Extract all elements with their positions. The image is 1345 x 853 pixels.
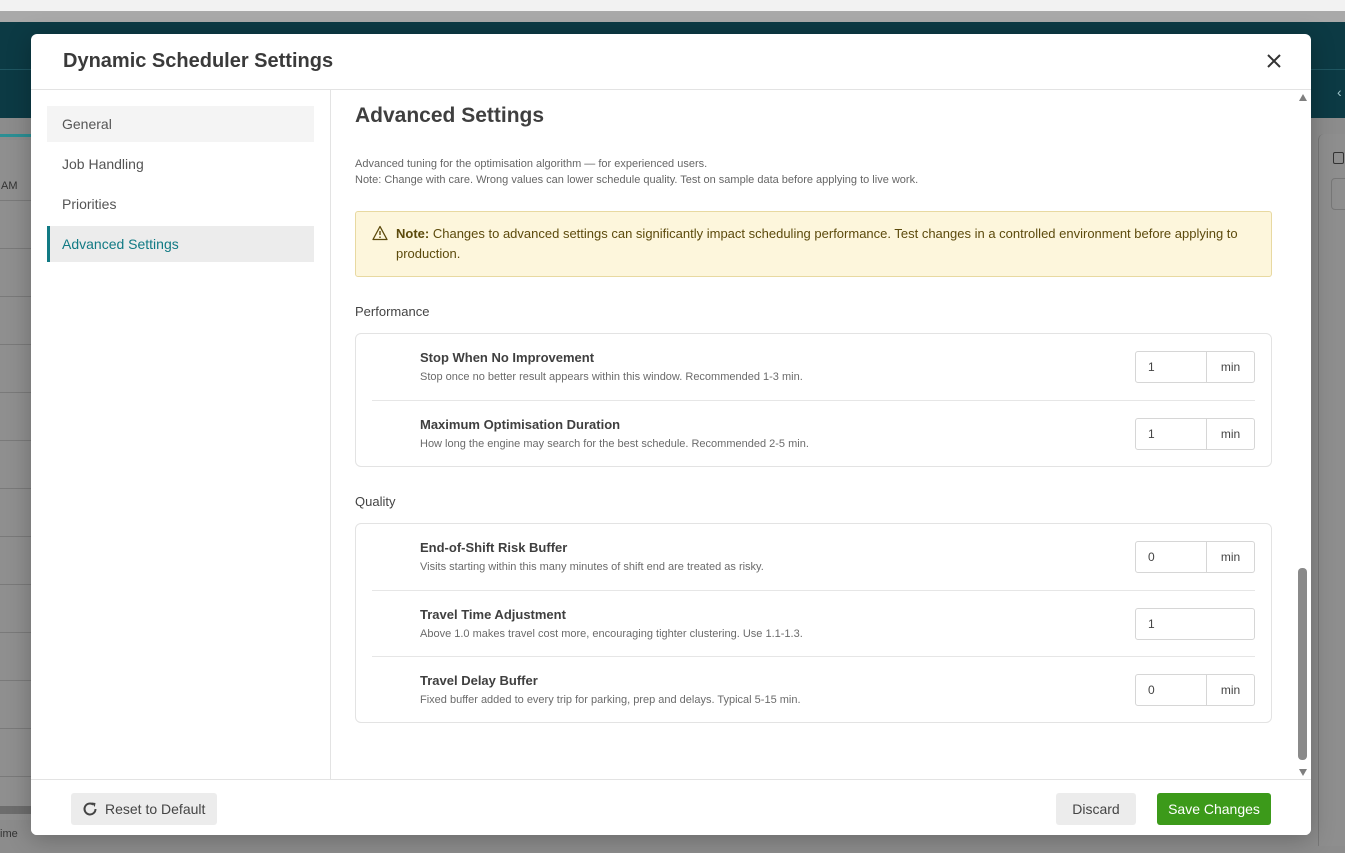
setting-row-travel-delay-buffer: Travel Delay Buffer Fixed buffer added t…	[372, 656, 1255, 723]
close-icon[interactable]	[1261, 48, 1287, 74]
setting-label: Maximum Optimisation Duration	[420, 417, 621, 432]
sidebar-item-general[interactable]: General	[47, 106, 314, 142]
note-body: Changes to advanced settings can signifi…	[396, 226, 1238, 261]
scroll-thumb[interactable]	[1298, 568, 1307, 760]
note-label: Note:	[396, 226, 430, 241]
app-top-bar	[0, 11, 1345, 22]
setting-label: Travel Delay Buffer	[420, 673, 538, 688]
input-group: min	[1135, 351, 1255, 383]
refresh-icon	[83, 802, 97, 816]
sidebar-item-job-handling[interactable]: Job Handling	[47, 146, 314, 182]
background-scroll-strip	[0, 806, 31, 814]
quality-card: End-of-Shift Risk Buffer Visits starting…	[355, 523, 1272, 723]
note-text: Note: Changes to advanced settings can s…	[396, 224, 1246, 264]
setting-help: Fixed buffer added to every trip for par…	[420, 694, 801, 706]
setting-label: End-of-Shift Risk Buffer	[420, 540, 568, 555]
scroll-down-arrow-icon[interactable]	[1299, 769, 1307, 776]
setting-row-end-of-shift-risk-buffer: End-of-Shift Risk Buffer Visits starting…	[372, 524, 1255, 590]
performance-card: Stop When No Improvement Stop once no be…	[355, 333, 1272, 467]
content-scrollbar[interactable]	[1297, 92, 1309, 778]
setting-help: Visits starting within this many minutes…	[420, 561, 764, 573]
end-of-shift-risk-buffer-input[interactable]	[1135, 541, 1207, 573]
background-right-panel	[1318, 134, 1345, 846]
stop-when-no-improvement-input[interactable]	[1135, 351, 1207, 383]
sidebar-item-advanced-settings[interactable]: Advanced Settings	[47, 226, 314, 262]
group-label-quality: Quality	[355, 494, 396, 509]
reset-to-default-button[interactable]: Reset to Default	[71, 793, 218, 825]
modal-title: Dynamic Scheduler Settings	[63, 50, 334, 72]
save-changes-button[interactable]: Save Changes	[1157, 793, 1271, 825]
panel-toggle-icon	[1333, 152, 1344, 164]
group-label-performance: Performance	[355, 304, 430, 319]
section-title: Advanced Settings	[355, 104, 545, 127]
input-group: min	[1135, 541, 1255, 573]
travel-time-adjustment-input[interactable]	[1135, 608, 1255, 640]
modal-header: Dynamic Scheduler Settings	[31, 34, 1311, 90]
input-group: min	[1135, 674, 1255, 706]
warning-icon	[372, 225, 388, 241]
chevron-left-icon: ‹	[1337, 84, 1342, 100]
background-panel-box	[1331, 178, 1345, 210]
background-am-label: AM	[1, 180, 18, 192]
reset-label: Reset to Default	[105, 801, 206, 817]
setting-row-stop-when-no-improvement: Stop When No Improvement Stop once no be…	[372, 334, 1255, 400]
background-active-tab-indicator	[0, 134, 31, 137]
setting-label: Stop When No Improvement	[420, 350, 595, 365]
background-time-label: ime	[0, 828, 18, 840]
sidebar-item-priorities[interactable]: Priorities	[47, 186, 314, 222]
browser-top-strip	[0, 0, 1345, 11]
settings-modal: Dynamic Scheduler Settings General Job H…	[31, 34, 1311, 835]
travel-delay-buffer-input[interactable]	[1135, 674, 1207, 706]
setting-help: How long the engine may search for the b…	[420, 438, 809, 450]
setting-row-max-optimisation-duration: Maximum Optimisation Duration How long t…	[372, 400, 1255, 467]
background-timeline-grid	[0, 140, 31, 820]
description-line-2: Note: Change with care. Wrong values can…	[355, 174, 919, 186]
input-group	[1135, 608, 1255, 640]
description-line-1: Advanced tuning for the optimisation alg…	[355, 158, 708, 170]
modal-footer: Reset to Default Discard Save Changes	[31, 779, 1311, 835]
setting-help: Above 1.0 makes travel cost more, encour…	[420, 628, 803, 640]
setting-label: Travel Time Adjustment	[420, 607, 566, 622]
section-description: Advanced tuning for the optimisation alg…	[355, 156, 918, 188]
input-group: min	[1135, 418, 1255, 450]
unit-label: min	[1207, 418, 1255, 450]
setting-help: Stop once no better result appears withi…	[420, 371, 803, 383]
unit-label: min	[1207, 351, 1255, 383]
discard-button[interactable]: Discard	[1056, 793, 1136, 825]
scroll-up-arrow-icon[interactable]	[1299, 94, 1307, 101]
setting-row-travel-time-adjustment: Travel Time Adjustment Above 1.0 makes t…	[372, 590, 1255, 657]
settings-sidebar: General Job Handling Priorities Advanced…	[31, 90, 331, 779]
max-optimisation-duration-input[interactable]	[1135, 418, 1207, 450]
warning-note: Note: Changes to advanced settings can s…	[355, 211, 1272, 277]
unit-label: min	[1207, 674, 1255, 706]
settings-content: Advanced Settings Advanced tuning for th…	[331, 90, 1311, 779]
unit-label: min	[1207, 541, 1255, 573]
